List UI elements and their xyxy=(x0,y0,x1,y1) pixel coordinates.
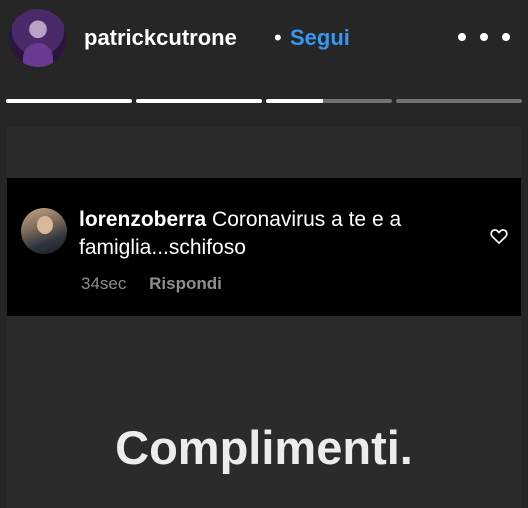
commenter-username[interactable]: lorenzoberra xyxy=(79,208,206,231)
profile-username[interactable]: patrickcutrone xyxy=(84,24,237,52)
comment-meta: 34sec Rispondi xyxy=(81,273,222,295)
progress-segment xyxy=(266,99,392,103)
story-caption: Complimenti. xyxy=(115,421,413,474)
more-dot xyxy=(502,33,510,41)
progress-segment xyxy=(6,99,132,103)
progress-segment-fill xyxy=(136,99,262,103)
profile-avatar[interactable] xyxy=(9,9,67,67)
comment-timestamp: 34sec xyxy=(81,274,127,293)
story-header: patrickcutrone • Segui xyxy=(0,0,528,84)
progress-segment-fill xyxy=(266,99,323,103)
story-progress-bar xyxy=(6,99,522,103)
more-options-icon[interactable] xyxy=(458,22,510,52)
more-dot xyxy=(458,33,466,41)
separator-dot: • xyxy=(274,25,282,50)
comment-card: lorenzoberra Coronavirus a te e a famigl… xyxy=(7,178,521,316)
story-content[interactable]: lorenzoberra Coronavirus a te e a famigl… xyxy=(7,127,521,508)
heart-icon[interactable] xyxy=(489,226,509,246)
more-dot xyxy=(480,33,488,41)
progress-segment xyxy=(136,99,262,103)
commenter-avatar[interactable] xyxy=(21,208,67,254)
progress-segment-fill xyxy=(6,99,132,103)
follow-button[interactable]: Segui xyxy=(290,24,350,52)
reply-button[interactable]: Rispondi xyxy=(149,274,222,293)
progress-segment xyxy=(396,99,522,103)
comment-text: lorenzoberra Coronavirus a te e a famigl… xyxy=(79,206,479,262)
